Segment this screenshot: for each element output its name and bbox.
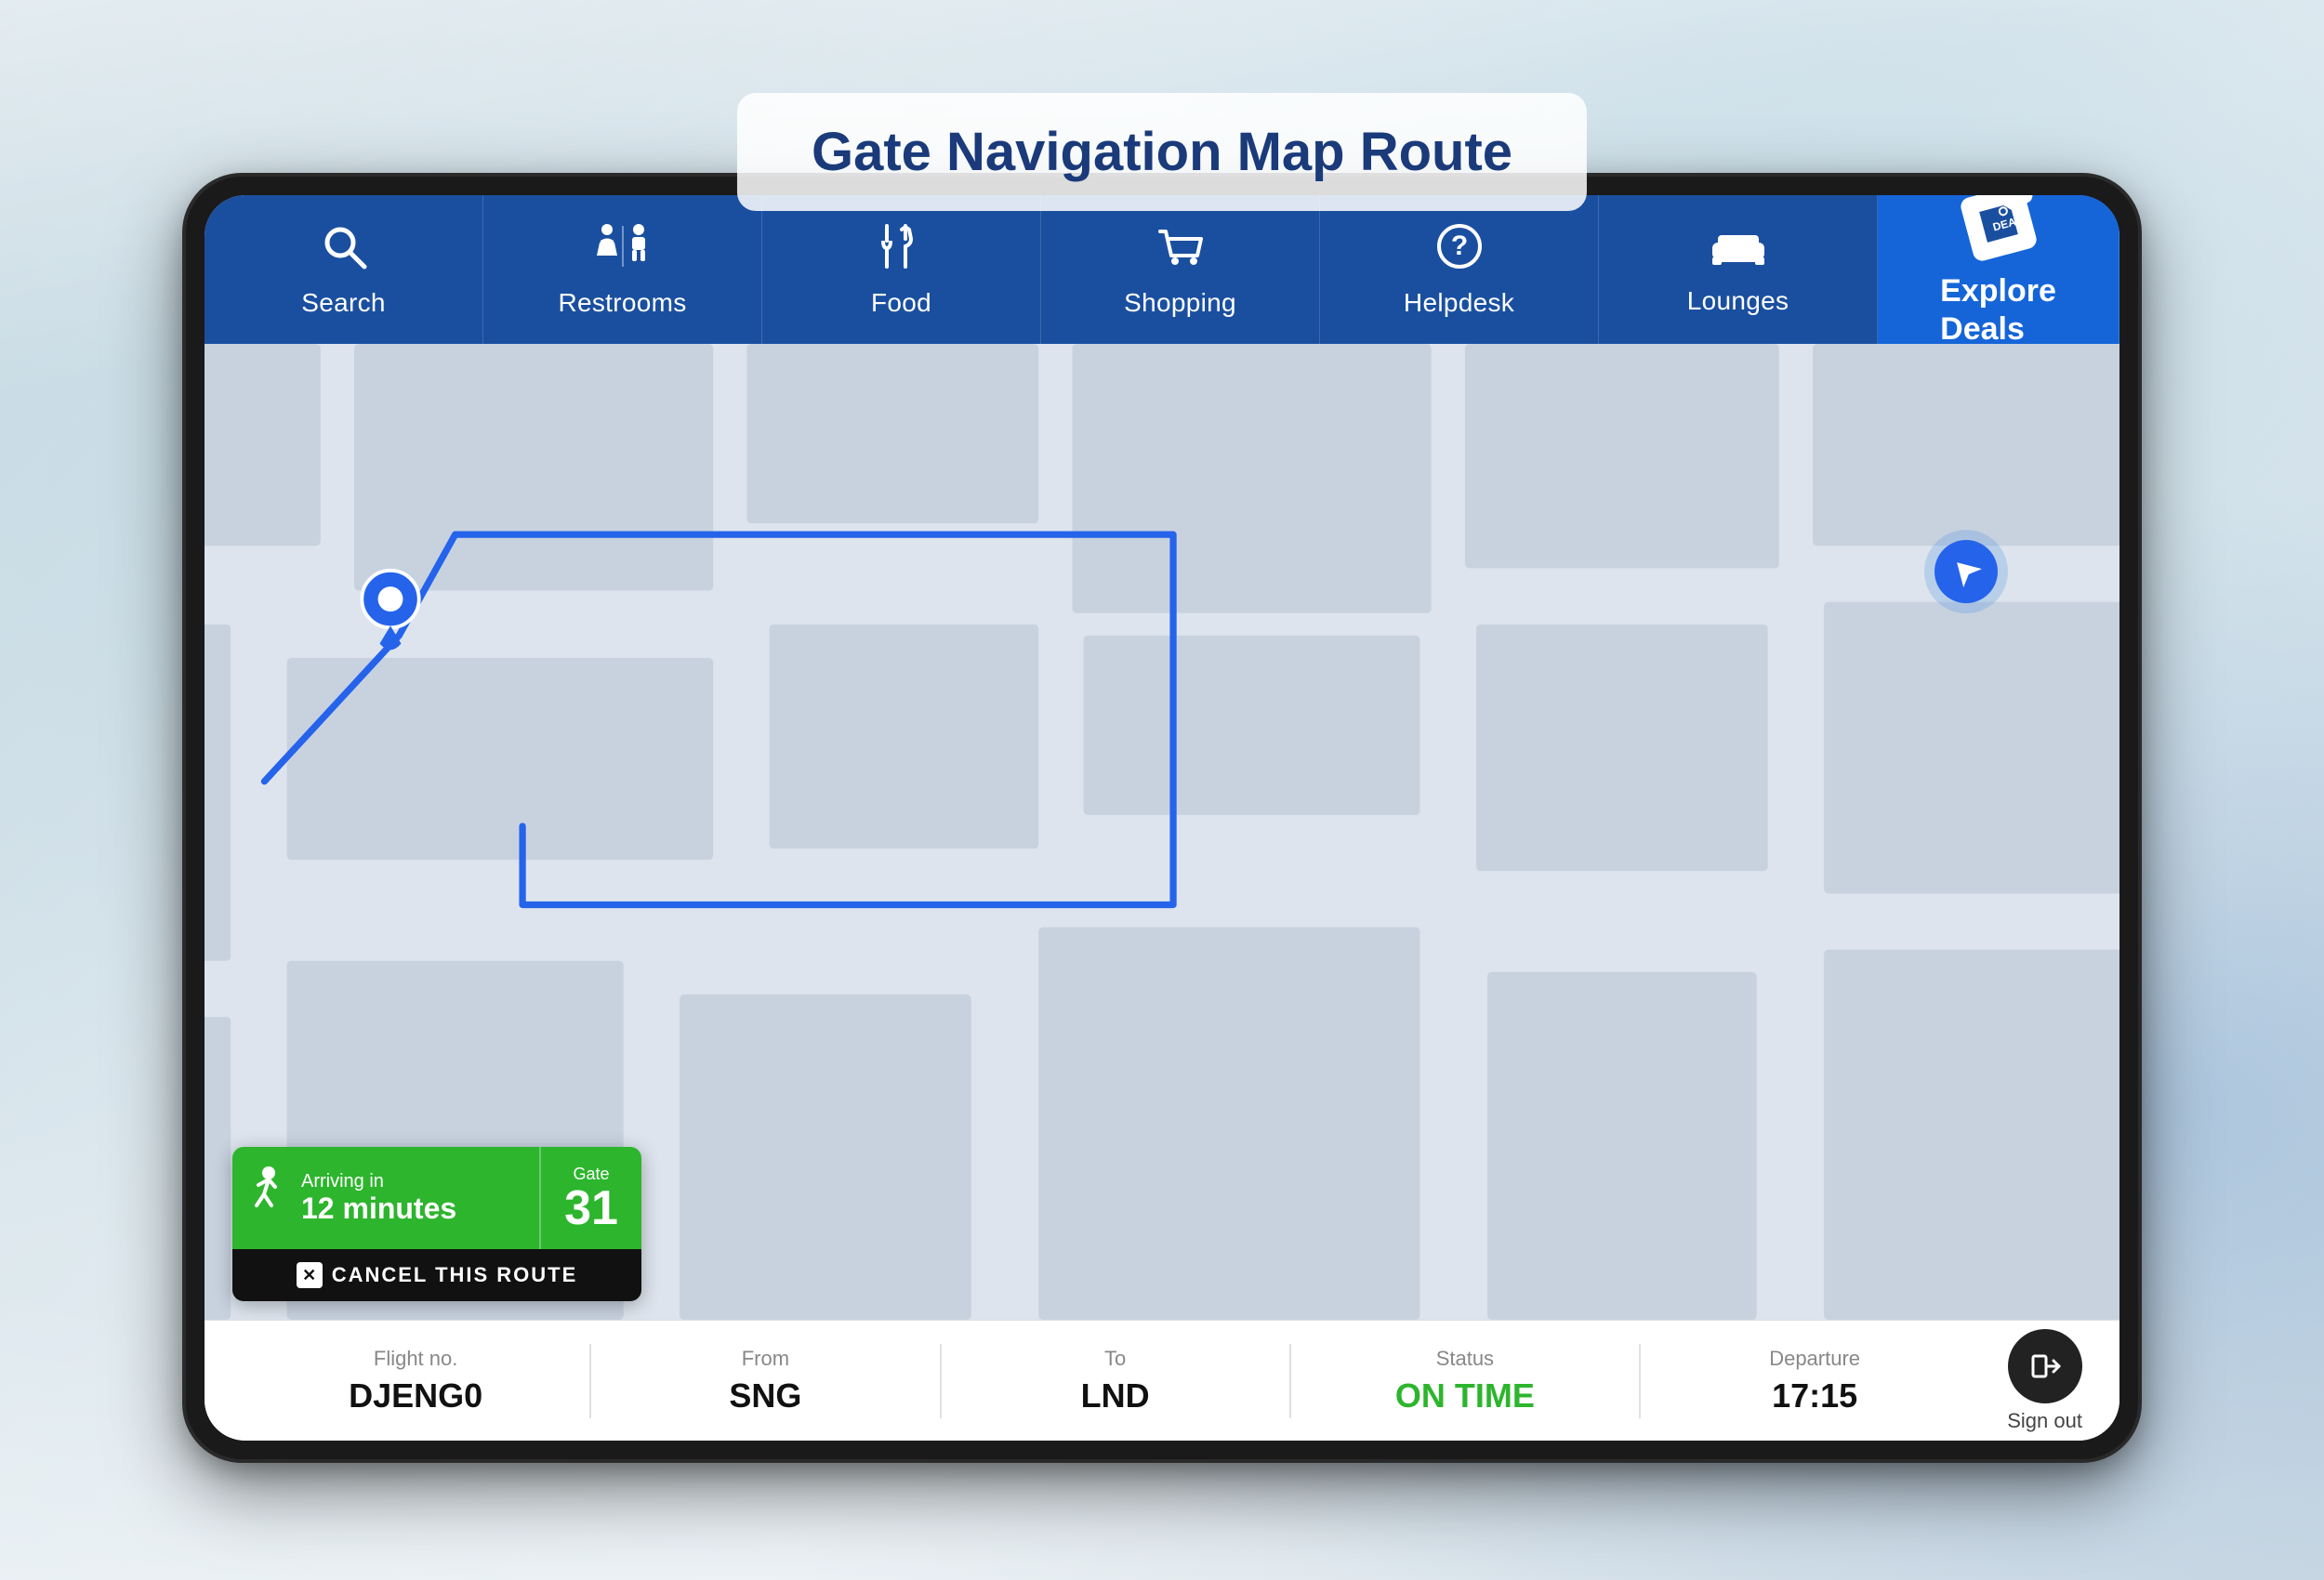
explore-deals-label: Explore — [1940, 272, 2056, 310]
status-value: ON TIME — [1395, 1376, 1535, 1415]
cancel-route-button[interactable]: ✕ CANCEL THIS ROUTE — [232, 1249, 641, 1301]
flight-info-bar: Flight no. DJENG0 From SNG To LND Status… — [205, 1320, 2119, 1441]
walker-icon — [249, 1166, 288, 1230]
gate-section: Gate 31 — [539, 1147, 641, 1249]
tablet-frame: Search — [186, 177, 2138, 1459]
svg-text:?: ? — [1450, 230, 1467, 261]
restrooms-label: Restrooms — [558, 288, 686, 318]
food-icon — [878, 222, 926, 279]
search-label: Search — [301, 288, 386, 318]
flight-no-label: Flight no. — [374, 1347, 458, 1371]
status-label: Status — [1436, 1347, 1494, 1371]
shopping-icon — [1156, 222, 1205, 279]
location-pin — [353, 567, 428, 661]
flight-no-value: DJENG0 — [349, 1376, 482, 1415]
to-label: To — [1104, 1347, 1126, 1371]
map-container: Arriving in 12 minutes Gate 31 ✕ CANCEL … — [205, 344, 2119, 1320]
nav-bar: Search — [205, 195, 2119, 344]
from-value: SNG — [729, 1376, 801, 1415]
lounges-label: Lounges — [1687, 286, 1789, 316]
shopping-label: Shopping — [1124, 288, 1236, 318]
deals-tag: DEAL — [1959, 195, 2039, 263]
nav-info-top: Arriving in 12 minutes Gate 31 — [232, 1147, 641, 1249]
sign-out-icon — [2008, 1329, 2082, 1403]
status-item: Status ON TIME — [1291, 1347, 1639, 1415]
to-value: LND — [1081, 1376, 1150, 1415]
destination-arrow — [1924, 530, 2008, 613]
food-label: Food — [871, 288, 931, 318]
nav-info-card: Arriving in 12 minutes Gate 31 ✕ CANCEL … — [232, 1147, 641, 1301]
explore-deals-button[interactable]: DEAL Explore Deals — [1878, 195, 2119, 344]
sign-out-label: Sign out — [2007, 1409, 2082, 1433]
arriving-section: Arriving in 12 minutes — [232, 1147, 539, 1249]
page-title: Gate Navigation Map Route — [812, 121, 1512, 183]
helpdesk-icon: ? — [1435, 222, 1484, 279]
nav-item-restrooms[interactable]: Restrooms — [483, 195, 762, 344]
tablet-screen: Search — [205, 195, 2119, 1441]
page-title-container: Gate Navigation Map Route — [737, 93, 1587, 211]
nav-item-search[interactable]: Search — [205, 195, 483, 344]
flight-no-item: Flight no. DJENG0 — [242, 1347, 589, 1415]
departure-label: Departure — [1769, 1347, 1860, 1371]
arriving-label: Arriving in — [301, 1171, 456, 1192]
cancel-x-icon: ✕ — [297, 1262, 323, 1288]
departure-item: Departure 17:15 — [1641, 1347, 1988, 1415]
helpdesk-label: Helpdesk — [1404, 288, 1514, 318]
nav-item-food[interactable]: Food — [762, 195, 1041, 344]
sign-out-button[interactable]: Sign out — [2007, 1329, 2082, 1433]
arriving-time: 12 minutes — [301, 1192, 456, 1225]
restrooms-icon — [595, 222, 651, 279]
gate-number: 31 — [564, 1184, 618, 1232]
arriving-text: Arriving in 12 minutes — [301, 1171, 456, 1225]
nav-item-shopping[interactable]: Shopping — [1041, 195, 1320, 344]
lounges-icon — [1709, 224, 1768, 277]
from-item: From SNG — [591, 1347, 939, 1415]
search-icon — [320, 222, 368, 279]
to-item: To LND — [942, 1347, 1289, 1415]
from-label: From — [742, 1347, 789, 1371]
departure-value: 17:15 — [1772, 1376, 1857, 1415]
nav-item-helpdesk[interactable]: ? Helpdesk — [1320, 195, 1599, 344]
cancel-label: CANCEL THIS ROUTE — [332, 1263, 578, 1287]
explore-deals-label2: Deals — [1940, 310, 2056, 349]
nav-item-lounges[interactable]: Lounges — [1599, 195, 1878, 344]
